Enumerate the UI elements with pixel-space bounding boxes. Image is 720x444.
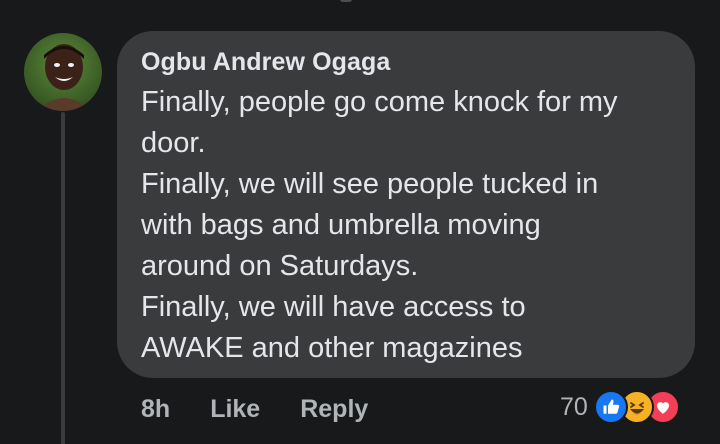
comment-author[interactable]: Ogbu Andrew Ogaga bbox=[141, 46, 671, 78]
thread-connector-top bbox=[340, 0, 352, 2]
comment-thread: Ogbu Andrew Ogaga Finally, people go com… bbox=[0, 0, 720, 444]
like-icon bbox=[593, 390, 628, 424]
comment-actions: 8h Like Reply bbox=[141, 393, 368, 425]
comment-text-line: door. bbox=[141, 127, 206, 159]
thread-line bbox=[61, 112, 65, 444]
comment-text: Finally, people go come knock for my doo… bbox=[141, 82, 671, 369]
reaction-count: 70 bbox=[560, 392, 588, 421]
comment-text-line: around on Saturdays. bbox=[141, 250, 419, 282]
comment-text-line: Finally, we will see people tucked in bbox=[141, 168, 599, 200]
comment-bubble: Ogbu Andrew Ogaga Finally, people go com… bbox=[117, 31, 695, 378]
reactions-summary[interactable]: 70 bbox=[560, 388, 680, 426]
like-button[interactable]: Like bbox=[210, 395, 260, 424]
comment-text-line: Finally, we will have access to bbox=[141, 291, 526, 323]
avatar[interactable] bbox=[24, 33, 102, 111]
comment-text-line: AWAKE and other magazines bbox=[141, 332, 523, 364]
comment-text-line: with bags and umbrella moving bbox=[141, 209, 541, 241]
comment-timestamp[interactable]: 8h bbox=[141, 395, 170, 424]
comment-text-line: Finally, people go come knock for my bbox=[141, 86, 618, 118]
reply-button[interactable]: Reply bbox=[300, 395, 368, 424]
